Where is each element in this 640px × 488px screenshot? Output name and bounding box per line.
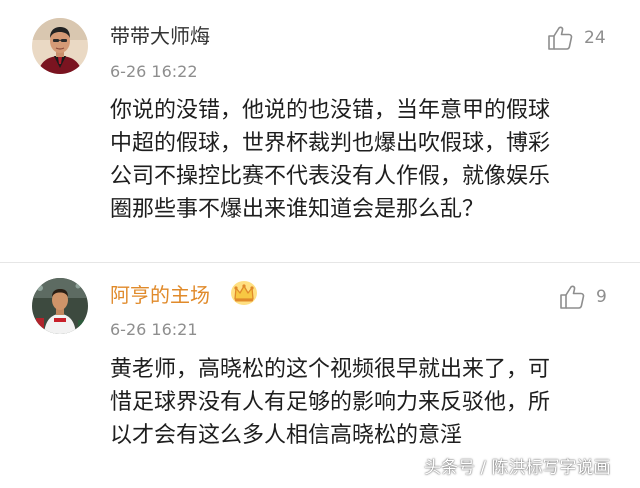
- comment-text: 黄老师，高晓松的这个视频很早就出来了，可 惜足球界没有人有足够的影响力来反驳他，…: [110, 357, 551, 448]
- thumbs-up-icon: [558, 283, 586, 311]
- comment-item: 阿亨的主场 6-26 16:21 9 黄老师，高晓松的这个视频很早就出来了，可 …: [0, 262, 640, 488]
- like-count: 9: [596, 287, 607, 307]
- like-count: 24: [584, 28, 606, 48]
- user-avatar[interactable]: [32, 18, 88, 74]
- crown-icon: [230, 280, 258, 306]
- like-button[interactable]: 24: [546, 23, 606, 53]
- username[interactable]: 带带大师烸: [110, 24, 210, 48]
- like-button[interactable]: 9: [558, 282, 607, 312]
- username[interactable]: 阿亨的主场: [110, 283, 210, 307]
- watermark: 头条号 / 陈洪标写字说画: [424, 458, 611, 478]
- comment-item: 带带大师烸 6-26 16:22 24 你说的没错，他说的也没错，当年意甲的假球…: [0, 0, 640, 262]
- comment-timestamp: 6-26 16:21: [110, 320, 198, 339]
- thumbs-up-icon: [546, 24, 574, 52]
- user-avatar[interactable]: [32, 278, 88, 334]
- comment-timestamp: 6-26 16:22: [110, 62, 198, 81]
- comment-text: 你说的没错，他说的也没错，当年意甲的假球 中超的假球，世界杯裁判也爆出吹假球，博…: [110, 98, 551, 222]
